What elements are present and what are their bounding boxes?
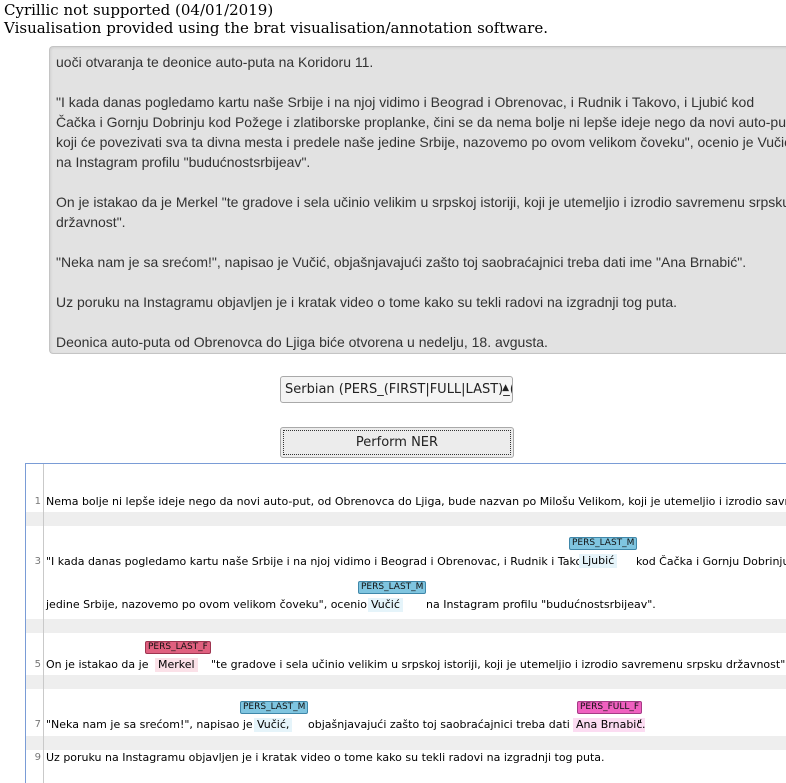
line-number-gutter: [43, 464, 44, 783]
line-number: 1: [34, 496, 41, 507]
entity-label: PERS_LAST_M: [240, 701, 309, 714]
row-band: [26, 675, 786, 689]
entity-label: PERS_LAST_M: [569, 537, 638, 550]
entity-label: PERS_LAST_F: [145, 641, 211, 654]
sentence-text: On je istakao da je: [46, 658, 149, 671]
sentence-text: "Neka nam je sa srećom!", napisao je: [46, 718, 253, 731]
entity-text: Ana Brnabić: [573, 718, 646, 732]
line-number: 3: [34, 556, 41, 567]
brat-visualization: 1 Nema bolje ni lepše ideje nego da novi…: [25, 463, 786, 783]
row-band: [26, 619, 786, 633]
entity-text: Vučić: [368, 598, 403, 612]
entity-label: PERS_LAST_M: [358, 581, 427, 594]
line-number: 9: [34, 752, 41, 763]
perform-ner-button[interactable]: Perform NER: [280, 427, 514, 458]
sentence-text: jedine Srbije, nazovemo po ovom velikom …: [46, 598, 381, 611]
line-number: 7: [34, 719, 41, 730]
row-band: [26, 736, 786, 750]
cyrillic-notice: Cyrillic not supported (04/01/2019): [4, 1, 274, 19]
model-select[interactable]: Serbian (PERS_(FIRST|FULL|LAST)_(M ▲: [280, 376, 513, 403]
entity-text: Ljubić: [579, 554, 618, 568]
sentence-text: Nema bolje ni lepše ideje nego da novi a…: [46, 495, 786, 508]
brat-credit-notice: Visualisation provided using the brat vi…: [4, 19, 548, 37]
input-paragraph: uoči otvaranja te deonice auto-puta na K…: [56, 54, 374, 70]
sentence-text: kod Čačka i Gornju Dobrinju k: [636, 555, 786, 568]
input-paragraph: "Neka nam je sa srećom!", napisao je Vuč…: [56, 254, 747, 270]
sentence-text: objašnjavajući zašto toj saobraćajnici t…: [308, 718, 603, 731]
sentence-text: "te gradove i sela učinio velikim u srps…: [211, 658, 786, 671]
chevron-down-icon: ▲: [502, 383, 509, 393]
sentence-text: "I kada danas pogledamo kartu naše Srbij…: [46, 555, 606, 568]
sentence-text: Uz poruku na Instagramu objavljen je i k…: [46, 751, 605, 764]
entity-text: Merkel: [155, 658, 198, 672]
input-paragraph: "I kada danas pogledamo kartu naše Srbij…: [56, 94, 786, 170]
input-text-area[interactable]: uoči otvaranja te deonice auto-puta na K…: [49, 46, 786, 354]
line-number: 5: [34, 659, 41, 670]
input-paragraph: Uz poruku na Instagramu objavljen je i k…: [56, 294, 678, 310]
entity-text: Vučić,: [254, 718, 293, 732]
sentence-text: ".: [637, 718, 646, 731]
entity-label: PERS_FULL_F: [577, 701, 643, 714]
input-paragraph: Deonica auto-puta od Obrenovca do Ljiga …: [56, 334, 548, 350]
model-select-value: Serbian (PERS_(FIRST|FULL|LAST)_(M: [285, 382, 513, 397]
sentence-text: na Instagram profilu "budućnostsrbijeav"…: [426, 598, 656, 611]
row-band: [26, 512, 786, 526]
input-paragraph: On je istakao da je Merkel "te gradove i…: [56, 194, 786, 230]
